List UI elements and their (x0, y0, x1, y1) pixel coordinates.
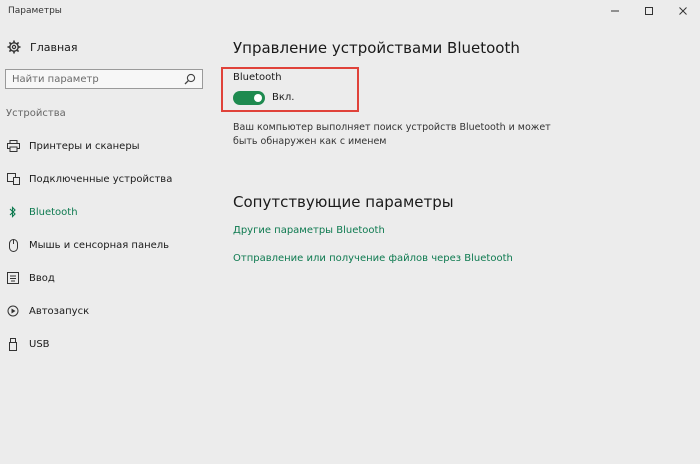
title-bar: Параметры (0, 0, 700, 22)
sidebar-item-usb[interactable]: USB (0, 333, 215, 355)
devices-icon (6, 172, 20, 186)
main-content: Управление устройствами Bluetooth Blueto… (215, 22, 700, 464)
usb-icon (6, 337, 20, 351)
page-title: Управление устройствами Bluetooth (233, 39, 520, 57)
link-send-receive-files[interactable]: Отправление или получение файлов через B… (233, 253, 513, 264)
gear-icon (7, 40, 21, 54)
sidebar-item-printers[interactable]: Принтеры и сканеры (0, 135, 215, 157)
sidebar-item-label: Bluetooth (29, 206, 78, 218)
close-icon (679, 7, 687, 15)
window-controls (598, 0, 700, 22)
related-settings-heading: Сопутствующие параметры (233, 193, 454, 211)
autoplay-icon (6, 304, 20, 318)
sidebar-item-label: Автозапуск (29, 305, 90, 317)
maximize-button[interactable] (632, 0, 666, 22)
window-title: Параметры (8, 6, 62, 16)
search-icon (184, 73, 196, 85)
home-label: Главная (30, 40, 78, 54)
sidebar-item-label: Подключенные устройства (29, 173, 173, 185)
discovery-description: Ваш компьютер выполняет поиск устройств … (233, 122, 551, 147)
toggle-knob (254, 94, 262, 102)
bluetooth-icon (6, 205, 20, 219)
maximize-icon (645, 7, 653, 15)
sidebar-item-mouse[interactable]: Мышь и сенсорная панель (0, 234, 215, 256)
sidebar-item-input[interactable]: Ввод (0, 267, 215, 289)
mouse-icon (6, 238, 20, 252)
minimize-button[interactable] (598, 0, 632, 22)
toggle-state-label: Вкл. (272, 92, 295, 103)
sidebar-item-label: Ввод (29, 272, 55, 284)
bluetooth-label: Bluetooth (233, 72, 282, 83)
sidebar-item-label: USB (29, 338, 50, 350)
bluetooth-toggle[interactable] (233, 91, 265, 105)
search-box[interactable] (5, 69, 203, 89)
section-label-devices: Устройства (6, 108, 66, 119)
sidebar-item-autoplay[interactable]: Автозапуск (0, 300, 215, 322)
home-nav-item[interactable]: Главная (7, 38, 78, 56)
sidebar-item-label: Принтеры и сканеры (29, 140, 140, 152)
link-more-bluetooth-options[interactable]: Другие параметры Bluetooth (233, 225, 385, 236)
sidebar-item-bluetooth[interactable]: Bluetooth (0, 201, 215, 223)
search-input[interactable] (6, 70, 182, 88)
sidebar: Главная Устройства Принтеры и сканеры По… (0, 22, 215, 464)
printer-icon (6, 139, 20, 153)
keyboard-icon (6, 271, 20, 285)
sidebar-item-label: Мышь и сенсорная панель (29, 239, 170, 251)
minimize-icon (611, 10, 619, 12)
sidebar-item-connected-devices[interactable]: Подключенные устройства (0, 168, 215, 190)
close-button[interactable] (666, 0, 700, 22)
